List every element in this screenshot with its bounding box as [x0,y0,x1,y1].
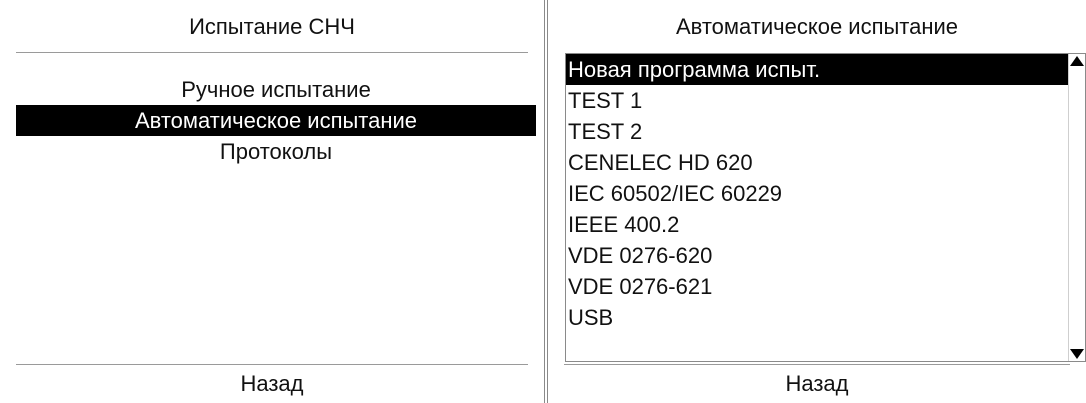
back-button[interactable]: Назад [548,371,1086,397]
vlf-test-panel: Испытание СНЧ Ручное испытание Автоматич… [0,0,545,403]
list-item-iec-60502[interactable]: IEC 60502/IEC 60229 [566,178,1068,209]
footer-divider [564,364,1070,365]
list-item-test-2[interactable]: TEST 2 [566,116,1068,147]
menu-item-manual-test[interactable]: Ручное испытание [16,74,536,105]
panel-title: Испытание СНЧ [189,14,355,39]
automatic-test-panel: Автоматическое испытание Новая программа… [547,0,1086,403]
menu-item-protocols[interactable]: Протоколы [16,136,536,167]
list-item-cenelec-hd-620[interactable]: CENELEC HD 620 [566,147,1068,178]
test-program-list[interactable]: Новая программа испыт. TEST 1 TEST 2 CEN… [565,53,1086,362]
list-item-vde-0276-621[interactable]: VDE 0276-621 [566,271,1068,302]
footer-divider [16,364,528,365]
scrollbar[interactable] [1068,54,1085,361]
panel-title: Автоматическое испытание [675,14,959,39]
back-button[interactable]: Назад [0,371,544,397]
list-item-vde-0276-620[interactable]: VDE 0276-620 [566,240,1068,271]
list-item-test-1[interactable]: TEST 1 [566,85,1068,116]
title-divider [16,52,528,53]
list-item-ieee-400-2[interactable]: IEEE 400.2 [566,209,1068,240]
program-list-items: Новая программа испыт. TEST 1 TEST 2 CEN… [566,54,1068,333]
list-item-new-program[interactable]: Новая программа испыт. [566,54,1068,85]
scroll-down-icon[interactable] [1070,349,1084,359]
list-item-usb[interactable]: USB [566,302,1068,333]
scroll-up-icon[interactable] [1070,56,1084,66]
test-mode-menu: Ручное испытание Автоматическое испытани… [16,74,536,167]
menu-item-automatic-test[interactable]: Автоматическое испытание [16,105,536,136]
